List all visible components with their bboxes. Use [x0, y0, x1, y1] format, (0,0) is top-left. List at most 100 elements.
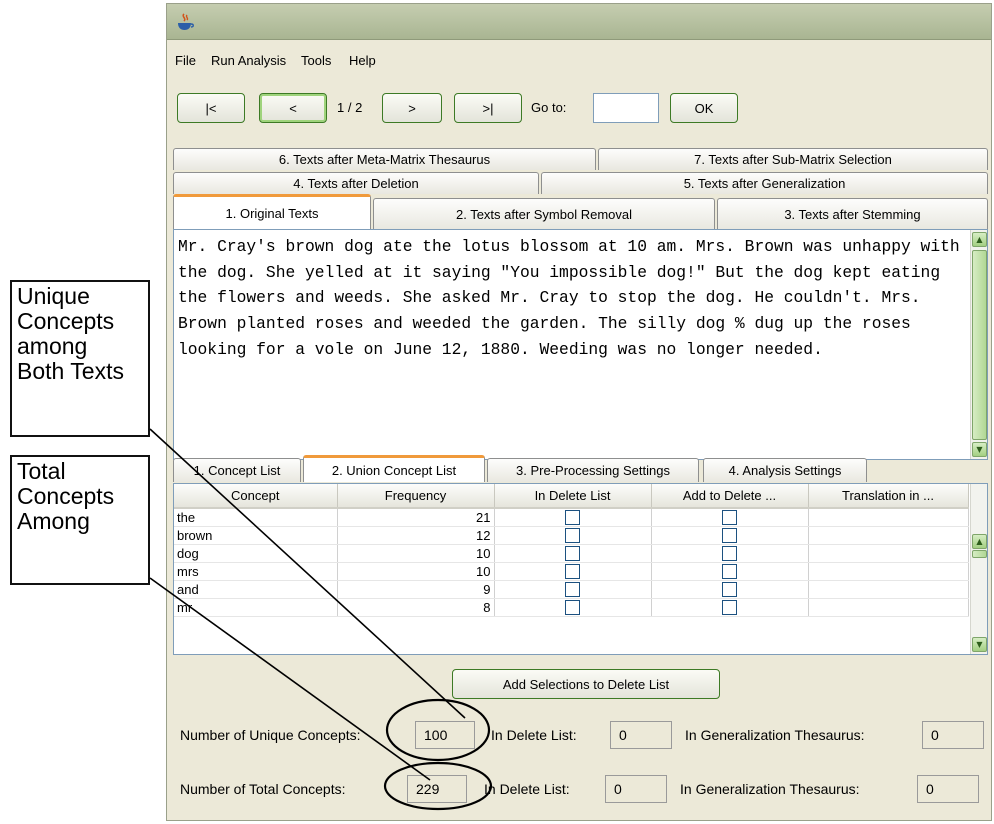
add-to-delete-checkbox[interactable] — [722, 582, 737, 597]
menu-help[interactable]: Help — [349, 53, 376, 68]
unique-gen-thesaurus-label: In Generalization Thesaurus: — [685, 727, 865, 743]
total-delete-list-label: In Delete List: — [484, 781, 570, 797]
unique-concepts-label: Number of Unique Concepts: — [180, 727, 361, 743]
goto-label: Go to: — [531, 100, 567, 115]
annotation-line: Both Texts — [17, 358, 124, 384]
add-to-delete-checkbox[interactable] — [722, 528, 737, 543]
add-to-delete-checkbox[interactable] — [722, 546, 737, 561]
unique-concepts-value: 100 — [415, 721, 475, 749]
column-header-translation[interactable]: Translation in ... — [808, 484, 969, 509]
table-scrollbar[interactable]: ▲ ▼ — [970, 484, 987, 654]
menu-run-analysis[interactable]: Run Analysis — [211, 53, 286, 68]
menu-tools[interactable]: Tools — [301, 53, 331, 68]
last-page-button[interactable]: >| — [454, 93, 522, 123]
original-text-content: Mr. Cray's brown dog ate the lotus bloss… — [178, 237, 970, 359]
annotation-line: among — [17, 333, 88, 359]
next-page-button[interactable]: > — [382, 93, 442, 123]
tab-meta-matrix-thesaurus[interactable]: 6. Texts after Meta-Matrix Thesaurus — [173, 148, 596, 170]
in-delete-checkbox[interactable] — [565, 600, 580, 615]
translation-cell[interactable] — [808, 580, 969, 599]
in-delete-checkbox[interactable] — [565, 546, 580, 561]
scroll-thumb[interactable] — [972, 550, 987, 558]
annotation-line: Among — [17, 508, 90, 534]
column-header-add-to-delete[interactable]: Add to Delete ... — [651, 484, 809, 509]
total-gen-thesaurus-value: 0 — [917, 775, 979, 803]
tab-sub-matrix-selection[interactable]: 7. Texts after Sub-Matrix Selection — [598, 148, 988, 170]
unique-gen-thesaurus-value: 0 — [922, 721, 984, 749]
translation-cell[interactable] — [808, 508, 969, 527]
total-concepts-value: 229 — [407, 775, 467, 803]
tab-texts-after-deletion[interactable]: 4. Texts after Deletion — [173, 172, 539, 194]
ok-button[interactable]: OK — [670, 93, 738, 123]
translation-cell[interactable] — [808, 598, 969, 617]
frequency-cell: 21 — [337, 508, 495, 527]
translation-cell[interactable] — [808, 526, 969, 545]
add-selections-to-delete-list-button[interactable]: Add Selections to Delete List — [452, 669, 720, 699]
concept-cell: mrs — [174, 562, 338, 581]
previous-page-button[interactable]: < — [259, 93, 327, 123]
scroll-thumb[interactable] — [972, 250, 987, 440]
in-delete-checkbox[interactable] — [565, 564, 580, 579]
column-header-frequency[interactable]: Frequency — [337, 484, 495, 509]
table-row[interactable]: the 21 — [174, 508, 969, 527]
tab-texts-after-generalization[interactable]: 5. Texts after Generalization — [541, 172, 988, 194]
frequency-cell: 10 — [337, 544, 495, 563]
frequency-cell: 12 — [337, 526, 495, 545]
scroll-up-icon[interactable]: ▲ — [972, 232, 987, 247]
annotation-line: Concepts — [17, 308, 115, 334]
unique-delete-list-value: 0 — [610, 721, 672, 749]
tab-texts-after-symbol-removal[interactable]: 2. Texts after Symbol Removal — [373, 198, 715, 229]
java-cup-icon — [178, 13, 194, 30]
tab-concept-list[interactable]: 1. Concept List — [173, 458, 301, 482]
total-gen-thesaurus-label: In Generalization Thesaurus: — [680, 781, 860, 797]
first-page-button[interactable]: |< — [177, 93, 245, 123]
table-row[interactable]: brown 12 — [174, 526, 969, 545]
unique-delete-list-label: In Delete List: — [491, 727, 577, 743]
in-delete-checkbox[interactable] — [565, 510, 580, 525]
scroll-down-icon[interactable]: ▼ — [972, 637, 987, 652]
concept-cell: dog — [174, 544, 338, 563]
table-row[interactable]: and 9 — [174, 580, 969, 599]
goto-input[interactable] — [593, 93, 659, 123]
tab-pre-processing-settings[interactable]: 3. Pre-Processing Settings — [487, 458, 699, 482]
annotation-line: Total — [17, 458, 66, 484]
in-delete-checkbox[interactable] — [565, 528, 580, 543]
statistics-panel: Add Selections to Delete List Number of … — [173, 655, 988, 815]
translation-cell[interactable] — [808, 562, 969, 581]
original-text-area[interactable]: Mr. Cray's brown dog ate the lotus bloss… — [173, 229, 988, 460]
add-to-delete-checkbox[interactable] — [722, 564, 737, 579]
add-to-delete-checkbox[interactable] — [722, 600, 737, 615]
tab-original-texts[interactable]: 1. Original Texts — [173, 194, 371, 229]
concept-cell: brown — [174, 526, 338, 545]
menu-bar: File Run Analysis Tools Help — [167, 48, 991, 74]
concept-cell: and — [174, 580, 338, 599]
table-header: Concept Frequency In Delete List Add to … — [174, 484, 969, 509]
column-header-in-delete-list[interactable]: In Delete List — [494, 484, 652, 509]
scroll-up-icon[interactable]: ▲ — [972, 534, 987, 549]
frequency-cell: 9 — [337, 580, 495, 599]
table-row[interactable]: dog 10 — [174, 544, 969, 563]
concept-cell: the — [174, 508, 338, 527]
table-row[interactable]: mr 8 — [174, 598, 969, 617]
total-delete-list-value: 0 — [605, 775, 667, 803]
menu-file[interactable]: File — [175, 53, 196, 68]
total-concepts-label: Number of Total Concepts: — [180, 781, 346, 797]
app-window: File Run Analysis Tools Help |< < 1 / 2 … — [166, 3, 992, 821]
tab-analysis-settings[interactable]: 4. Analysis Settings — [703, 458, 867, 482]
column-header-concept[interactable]: Concept — [174, 484, 338, 509]
frequency-cell: 10 — [337, 562, 495, 581]
scroll-down-icon[interactable]: ▼ — [972, 442, 987, 457]
text-scrollbar[interactable]: ▲ ▼ — [970, 230, 987, 459]
in-delete-checkbox[interactable] — [565, 582, 580, 597]
annotation-unique-concepts: Unique Concepts among Both Texts — [10, 280, 150, 437]
tab-union-concept-list[interactable]: 2. Union Concept List — [303, 455, 485, 482]
annotation-total-concepts: Total Concepts Among — [10, 455, 150, 585]
translation-cell[interactable] — [808, 544, 969, 563]
page-indicator: 1 / 2 — [337, 100, 363, 115]
frequency-cell: 8 — [337, 598, 495, 617]
annotation-line: Unique — [17, 283, 90, 309]
annotation-line: Concepts — [17, 483, 115, 509]
add-to-delete-checkbox[interactable] — [722, 510, 737, 525]
tab-texts-after-stemming[interactable]: 3. Texts after Stemming — [717, 198, 988, 229]
table-row[interactable]: mrs 10 — [174, 562, 969, 581]
